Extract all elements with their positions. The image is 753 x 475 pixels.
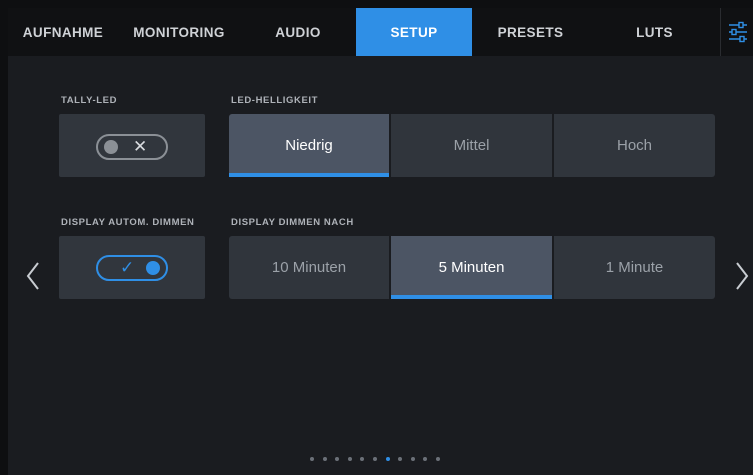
led-brightness-option-mittel[interactable]: Mittel xyxy=(391,114,552,177)
chevron-left-icon[interactable] xyxy=(24,260,44,292)
toggle-knob xyxy=(146,261,160,275)
tally-led-panel: ✕ xyxy=(59,114,205,177)
page-dot[interactable] xyxy=(310,457,314,461)
page-dot[interactable] xyxy=(322,457,327,461)
check-icon: ✓ xyxy=(120,258,135,277)
page-dot[interactable] xyxy=(435,457,440,461)
page-indicator xyxy=(310,457,443,461)
page-dot[interactable] xyxy=(360,457,365,461)
tab-bar: AUFNAHME MONITORING AUDIO SETUP PRESETS … xyxy=(8,8,753,56)
selected-indicator xyxy=(391,295,552,299)
page-dot[interactable] xyxy=(372,457,377,461)
settings-button[interactable] xyxy=(720,8,753,56)
dim-after-label: DISPLAY DIMMEN NACH xyxy=(231,217,354,228)
tab-audio[interactable]: AUDIO xyxy=(240,8,356,56)
page-dot[interactable] xyxy=(385,457,390,461)
auto-dim-label: DISPLAY AUTOM. DIMMEN xyxy=(61,217,195,228)
dim-after-option-5-minuten[interactable]: 5 Minuten xyxy=(391,236,552,299)
cross-icon: ✕ xyxy=(133,137,148,156)
tab-monitoring[interactable]: MONITORING xyxy=(118,8,240,56)
dim-after-option-1-minute[interactable]: 1 Minute xyxy=(554,236,715,299)
camera-setup-screen: AUFNAHME MONITORING AUDIO SETUP PRESETS … xyxy=(8,8,753,475)
tally-led-toggle[interactable]: ✕ xyxy=(96,134,168,160)
option-label: 1 Minute xyxy=(605,259,664,276)
page-dot[interactable] xyxy=(423,457,428,461)
chevron-right-icon[interactable] xyxy=(731,260,751,292)
option-label: 5 Minuten xyxy=(438,259,505,276)
page-dot[interactable] xyxy=(347,457,352,461)
tally-led-label: TALLY-LED xyxy=(61,95,118,106)
selected-indicator xyxy=(229,173,389,177)
page-dot[interactable] xyxy=(398,457,403,461)
tab-aufnahme[interactable]: AUFNAHME xyxy=(8,8,118,56)
auto-dim-toggle[interactable]: ✓ xyxy=(96,255,168,281)
led-brightness-label: LED-HELLIGKEIT xyxy=(231,95,319,106)
tab-presets[interactable]: PRESETS xyxy=(472,8,589,56)
auto-dim-panel: ✓ xyxy=(59,236,205,299)
sliders-icon xyxy=(728,21,747,43)
led-brightness-option-niedrig[interactable]: Niedrig xyxy=(229,114,389,177)
toggle-knob xyxy=(104,140,118,154)
led-brightness-option-hoch[interactable]: Hoch xyxy=(554,114,715,177)
tab-setup[interactable]: SETUP xyxy=(356,8,472,56)
tab-luts[interactable]: LUTS xyxy=(589,8,720,56)
option-label: Hoch xyxy=(616,137,653,154)
page-dot[interactable] xyxy=(410,457,415,461)
page-dot[interactable] xyxy=(335,457,340,461)
option-label: 10 Minuten xyxy=(271,259,347,276)
option-label: Mittel xyxy=(453,137,490,154)
option-label: Niedrig xyxy=(285,137,333,154)
dim-after-option-10-minuten[interactable]: 10 Minuten xyxy=(229,236,389,299)
